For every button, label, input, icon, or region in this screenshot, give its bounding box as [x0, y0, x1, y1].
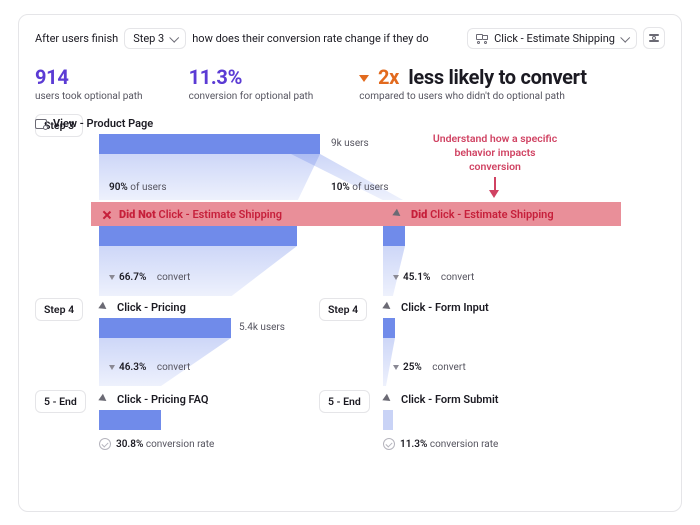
bar-left-c	[99, 410, 161, 430]
kpi-delta-factor: 2x	[378, 65, 399, 89]
event-right-end: Click - Form Submit	[383, 393, 499, 406]
step-picker-label: Step 3	[133, 32, 164, 45]
kpi-delta-sub: compared to users who didn't do optional…	[359, 91, 586, 102]
bar-right-a	[383, 226, 405, 246]
step-chip-4-right[interactable]: Step 4	[319, 298, 367, 321]
cursor-icon	[99, 395, 111, 405]
kpi-users: 914 users took optional path	[35, 65, 143, 102]
root-users-count: 9k users	[331, 138, 369, 149]
down-arrow-icon	[393, 365, 399, 370]
step-chip-end-right[interactable]: 5 - End	[319, 390, 370, 413]
right-conv-2: 25% convert	[393, 362, 466, 373]
left-final-rate: 30.8% conversion rate	[99, 438, 214, 450]
down-arrow-icon	[109, 365, 115, 370]
event-view-product: View - Product Page	[35, 117, 153, 130]
sentence-after: how does their conversion rate change if…	[192, 32, 428, 45]
bar-left-a	[99, 226, 297, 246]
right-share: 10% of users	[331, 182, 388, 193]
kpi-users-sub: users took optional path	[35, 91, 143, 102]
bar-left-b	[99, 318, 231, 338]
sliders-icon	[649, 33, 659, 43]
cursor-icon	[393, 210, 405, 220]
funnel-canvas: Step 3 View - Product Page 9k users 90% …	[35, 114, 665, 484]
event-left-end: Click - Pricing FAQ	[99, 393, 208, 406]
event-left-end-label: Click - Pricing FAQ	[117, 393, 208, 406]
down-arrow-icon	[359, 75, 369, 82]
chevron-down-icon	[621, 32, 628, 45]
x-icon	[101, 210, 113, 220]
down-arrow-icon	[393, 275, 399, 280]
conversion-impact-panel: After users finish Step 3 how does their…	[18, 14, 682, 512]
left-conv-2: 46.3% convert	[109, 362, 190, 373]
event-right-end-label: Click - Form Submit	[401, 393, 499, 406]
down-arrow-icon	[109, 275, 115, 280]
sentence-before: After users finish	[35, 32, 118, 45]
bar-right-b	[383, 318, 395, 338]
kpi-row: 914 users took optional path 11.3% conve…	[35, 65, 665, 102]
shipping-icon	[476, 33, 488, 43]
branch-right-label: Did Click - Estimate Shipping	[393, 208, 554, 221]
left-conv-1: 66.7% convert	[109, 272, 190, 283]
event-left-step4: Click - Pricing	[99, 301, 186, 314]
kpi-rate-value: 11.3%	[189, 65, 314, 89]
chevron-down-icon	[170, 32, 177, 45]
kpi-rate-sub: conversion for optional path	[189, 91, 314, 102]
kpi-delta-tail: less likely to convert	[408, 65, 586, 89]
event-picker[interactable]: Click - Estimate Shipping	[467, 28, 637, 49]
event-picker-label: Click - Estimate Shipping	[494, 32, 615, 45]
annotation-text: Understand how a specific behavior impac…	[430, 132, 560, 175]
bar-root-users	[99, 134, 320, 154]
step-picker[interactable]: Step 3	[124, 28, 186, 49]
view-icon	[35, 119, 47, 129]
annotation-arrow-icon	[489, 190, 499, 198]
connector-root-left	[99, 154, 320, 200]
cursor-icon	[99, 303, 111, 313]
step-chip-4-left[interactable]: Step 4	[35, 298, 83, 321]
branch-left-label: Did Not Click - Estimate Shipping	[101, 208, 282, 221]
step-chip-end-left[interactable]: 5 - End	[35, 390, 86, 413]
event-right-step4-label: Click - Form Input	[401, 301, 489, 314]
connector-right-a	[383, 246, 405, 296]
kpi-rate: 11.3% conversion for optional path	[189, 65, 314, 102]
kpi-users-value: 914	[35, 65, 143, 89]
cursor-icon	[383, 395, 395, 405]
bar-right-c	[383, 410, 393, 430]
kpi-delta: 2x less likely to convert compared to us…	[359, 65, 586, 102]
right-conv-1: 45.1% convert	[393, 272, 474, 283]
event-left-step4-label: Click - Pricing	[117, 301, 186, 314]
settings-button[interactable]	[643, 27, 665, 49]
left-step4-count: 5.4k users	[239, 322, 285, 333]
connector-left-a	[99, 246, 297, 296]
cursor-icon	[383, 303, 395, 313]
event-view-product-label: View - Product Page	[53, 117, 153, 130]
right-final-rate: 11.3% conversion rate	[383, 438, 498, 450]
annotation-arrow-stem	[494, 177, 496, 191]
check-circle-icon	[99, 438, 111, 450]
check-circle-icon	[383, 438, 395, 450]
event-right-step4: Click - Form Input	[383, 301, 489, 314]
query-sentence: After users finish Step 3 how does their…	[35, 27, 665, 49]
left-share: 90% of users	[109, 182, 166, 193]
